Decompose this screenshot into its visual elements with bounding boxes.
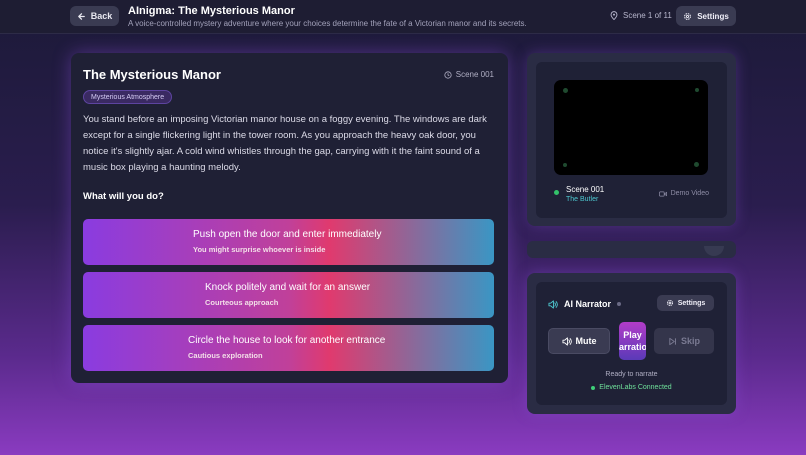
connection-status: ElevenLabs Connected <box>536 384 727 391</box>
collapsed-panel <box>527 241 736 258</box>
connection-text: ElevenLabs Connected <box>599 384 672 391</box>
settings-button[interactable]: Settings <box>676 6 736 26</box>
top-header: Back AInigma: The Mysterious Manor A voi… <box>0 0 806 34</box>
connection-dot <box>591 385 596 390</box>
narrator-status: Ready to narrate <box>605 371 658 378</box>
speaker-icon <box>548 299 558 309</box>
gear-icon <box>684 12 692 20</box>
narrator-status-dot <box>617 302 622 306</box>
choice-button-2[interactable]: Knock politely and wait for an answer Co… <box>83 272 494 318</box>
play-label-line1: Play <box>623 330 642 340</box>
choice-subtitle: Courteous approach <box>205 298 279 307</box>
video-corner-dot <box>695 88 699 92</box>
narrator-settings-button[interactable]: Settings <box>657 295 714 311</box>
demo-video-label: Demo Video <box>658 190 709 197</box>
narrator-title-text: AI Narrator <box>564 299 612 309</box>
choice-button-3[interactable]: Circle the house to look for another ent… <box>83 325 494 371</box>
video-corner-dot <box>563 88 568 93</box>
video-corner-dot <box>694 162 699 167</box>
video-character-label: The Butler <box>566 196 599 203</box>
panel-toggle[interactable] <box>704 246 724 256</box>
choice-subtitle: Cautious exploration <box>188 351 263 360</box>
video-camera-icon <box>658 190 667 197</box>
story-card: The Mysterious Manor Scene 001 Mysteriou… <box>71 53 508 383</box>
scene-status-dot <box>554 190 559 195</box>
narrator-title: AI Narrator <box>548 299 622 309</box>
atmosphere-badge: Mysterious Atmosphere <box>83 90 173 104</box>
video-card: Scene 001 The Butler Demo Video <box>527 53 736 226</box>
video-player[interactable] <box>554 80 708 175</box>
demo-video-text: Demo Video <box>670 190 709 197</box>
scene-label-text: Scene 001 <box>455 70 494 79</box>
map-pin-icon <box>610 11 618 20</box>
gear-icon <box>666 299 673 307</box>
settings-label: Settings <box>697 11 729 21</box>
skip-button[interactable]: Skip <box>654 328 714 354</box>
skip-forward-icon <box>669 337 676 345</box>
play-label-line2: Narration <box>619 342 646 352</box>
app-title: AInigma: The Mysterious Manor <box>128 5 295 17</box>
mute-label: Mute <box>575 336 597 346</box>
story-title: The Mysterious Manor <box>83 67 221 82</box>
story-text: You stand before an imposing Victorian m… <box>83 114 487 173</box>
scene-count-label: Scene 1 of 11 <box>623 11 672 20</box>
clock-icon <box>444 70 452 79</box>
mute-button[interactable]: Mute <box>548 328 610 354</box>
narrator-panel: AI Narrator Settings Mute Play Narration… <box>536 282 727 405</box>
skip-label: Skip <box>680 336 700 346</box>
scene-counter: Scene 1 of 11 <box>610 11 672 20</box>
play-narration-button[interactable]: Play Narration <box>619 322 646 360</box>
arrow-left-icon <box>77 12 85 20</box>
choice-button-1[interactable]: Push open the door and enter immediately… <box>83 219 494 265</box>
choice-prompt: What will you do? <box>83 191 164 202</box>
choice-title: Circle the house to look for another ent… <box>188 335 386 346</box>
video-scene-label: Scene 001 <box>566 185 605 194</box>
choice-title: Knock politely and wait for an answer <box>205 282 371 293</box>
speaker-icon <box>561 336 572 346</box>
app-subtitle: A voice-controlled mystery adventure whe… <box>128 19 527 28</box>
choice-title: Push open the door and enter immediately <box>193 229 382 240</box>
back-label: Back <box>90 11 113 21</box>
choice-subtitle: You might surprise whoever is inside <box>193 245 326 254</box>
video-corner-dot <box>563 163 567 167</box>
narrator-settings-label: Settings <box>677 299 706 307</box>
narrator-card: AI Narrator Settings Mute Play Narration… <box>527 273 736 414</box>
back-button[interactable]: Back <box>70 6 119 26</box>
video-panel: Scene 001 The Butler Demo Video <box>536 62 727 218</box>
scene-label: Scene 001 <box>444 70 494 79</box>
